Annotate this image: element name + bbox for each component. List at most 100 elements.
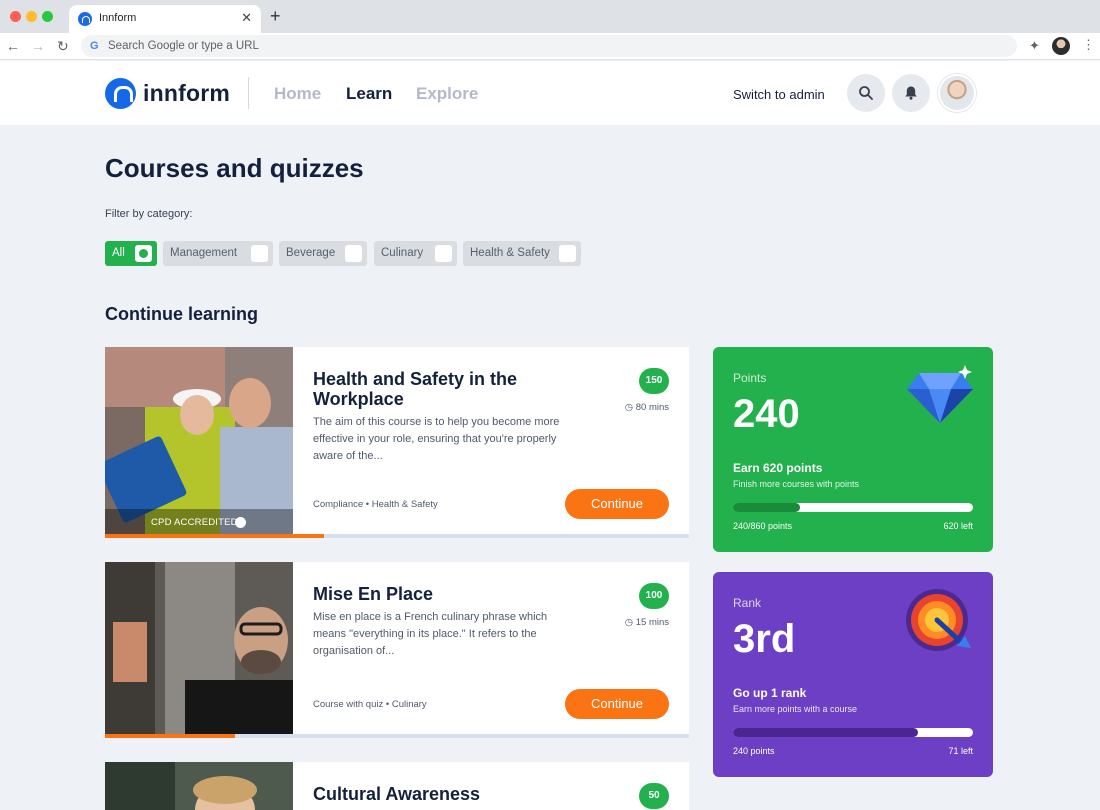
course-meta: Compliance • Health & Safety bbox=[313, 499, 438, 510]
course-card-mise-en-place[interactable]: Mise En Place Mise en place is a French … bbox=[105, 562, 689, 738]
user-avatar[interactable] bbox=[938, 74, 976, 112]
innform-logo-icon[interactable] bbox=[105, 78, 136, 109]
nav-explore[interactable]: Explore bbox=[416, 84, 478, 104]
browser-toolbar: ← → ↻ G Search Google or type a URL ✦ ⋮ bbox=[0, 33, 1100, 60]
browser-tab[interactable]: Innform ✕ bbox=[69, 5, 261, 33]
points-progress-bar bbox=[733, 503, 973, 512]
course-progress-bar bbox=[105, 534, 689, 538]
rank-subtitle: Earn more points with a course bbox=[733, 704, 858, 714]
maximize-window-button[interactable] bbox=[42, 11, 53, 22]
filter-chip-label: Health & Safety bbox=[470, 247, 550, 259]
course-title[interactable]: Cultural Awareness bbox=[313, 784, 603, 804]
course-title[interactable]: Health and Safety in the Workplace bbox=[313, 369, 603, 409]
filter-chip-label: All bbox=[112, 247, 125, 259]
course-points-badge: 150 bbox=[639, 368, 669, 394]
course-description: The aim of this course is to help you be… bbox=[313, 416, 560, 462]
search-icon bbox=[859, 85, 873, 100]
bell-icon bbox=[905, 86, 917, 100]
rank-label: Rank bbox=[733, 596, 762, 610]
points-goal: Earn 620 points bbox=[733, 461, 823, 475]
filter-chip-label: Beverage bbox=[286, 247, 336, 259]
checkbox-icon bbox=[435, 245, 452, 262]
tab-title: Innform bbox=[99, 12, 137, 24]
notifications-button[interactable] bbox=[892, 74, 930, 112]
course-title[interactable]: Mise En Place bbox=[313, 584, 603, 604]
continue-button[interactable]: Continue bbox=[565, 489, 669, 519]
checkbox-icon bbox=[559, 245, 576, 262]
points-label: Points bbox=[733, 371, 767, 385]
rank-value: 3rd bbox=[733, 617, 796, 661]
google-icon: G bbox=[90, 40, 99, 52]
browser-profile-avatar[interactable] bbox=[1052, 37, 1070, 55]
cpd-award-icon bbox=[235, 517, 246, 528]
course-image-person bbox=[105, 762, 293, 810]
search-button[interactable] bbox=[847, 74, 885, 112]
clock-icon: ◷ bbox=[624, 617, 634, 628]
course-card-health-safety[interactable]: CPD ACCREDITED Health and Safety in the … bbox=[105, 347, 689, 538]
rank-card: Rank 3rd Go up 1 rank Earn more points w… bbox=[713, 572, 993, 777]
cpd-accredited-badge: CPD ACCREDITED bbox=[151, 517, 238, 528]
checkbox-icon bbox=[251, 245, 268, 262]
course-image-chef bbox=[105, 562, 293, 738]
forward-icon[interactable]: → bbox=[31, 38, 45, 54]
browser-menu-icon[interactable]: ⋮ bbox=[1082, 37, 1095, 53]
switch-to-admin-link[interactable]: Switch to admin bbox=[733, 87, 825, 102]
target-icon bbox=[906, 589, 971, 651]
filter-chip-label: Management bbox=[170, 247, 238, 259]
rank-progress-fill bbox=[733, 728, 918, 737]
filter-chip-beverage[interactable]: Beverage bbox=[279, 241, 367, 266]
section-title-continue-learning: Continue learning bbox=[105, 304, 258, 324]
close-tab-icon[interactable]: ✕ bbox=[241, 10, 252, 26]
filter-label: Filter by category: bbox=[105, 208, 193, 220]
continue-button[interactable]: Continue bbox=[565, 689, 669, 719]
nav-home[interactable]: Home bbox=[274, 84, 321, 104]
rank-remaining: 71 left bbox=[948, 746, 973, 756]
app-header: innform Home Learn Explore Switch to adm… bbox=[0, 61, 1100, 125]
address-bar[interactable]: G Search Google or type a URL bbox=[81, 35, 1017, 57]
radio-selected-icon bbox=[135, 245, 152, 262]
diamond-icon bbox=[907, 365, 973, 423]
course-card-cultural-awareness[interactable]: Cultural Awareness 50 bbox=[105, 762, 689, 810]
extensions-icon[interactable]: ✦ bbox=[1029, 38, 1040, 54]
minimize-window-button[interactable] bbox=[26, 11, 37, 22]
course-progress-fill bbox=[105, 534, 324, 538]
course-duration-text: 15 mins bbox=[635, 617, 669, 628]
checkbox-icon bbox=[345, 245, 362, 262]
page-title: Courses and quizzes bbox=[105, 153, 364, 183]
browser-tabbar: Innform ✕ + bbox=[0, 0, 1100, 33]
course-duration: ◷ 15 mins bbox=[625, 617, 669, 628]
back-icon[interactable]: ← bbox=[6, 38, 20, 54]
rank-goal: Go up 1 rank bbox=[733, 686, 807, 700]
rank-progress-text: 240 points bbox=[733, 746, 775, 756]
points-progress-text: 240/860 points bbox=[733, 521, 793, 531]
course-image-construction-workers: CPD ACCREDITED bbox=[105, 347, 293, 538]
course-meta: Course with quiz • Culinary bbox=[313, 699, 427, 710]
nav-learn[interactable]: Learn bbox=[346, 84, 392, 104]
points-remaining: 620 left bbox=[943, 521, 973, 531]
new-tab-icon[interactable]: + bbox=[270, 6, 281, 27]
reload-icon[interactable]: ↻ bbox=[57, 38, 69, 55]
course-description: Mise en place is a French culinary phras… bbox=[313, 611, 548, 657]
close-window-button[interactable] bbox=[10, 11, 21, 22]
course-duration: ◷ 80 mins bbox=[625, 402, 669, 413]
filter-chip-culinary[interactable]: Culinary bbox=[374, 241, 457, 266]
filter-chip-all[interactable]: All bbox=[105, 241, 157, 266]
points-subtitle: Finish more courses with points bbox=[733, 479, 860, 489]
filter-chip-management[interactable]: Management bbox=[163, 241, 273, 266]
course-progress-fill bbox=[105, 734, 236, 738]
rank-progress-bar bbox=[733, 728, 973, 737]
course-progress-bar bbox=[105, 734, 689, 738]
clock-icon: ◷ bbox=[624, 402, 634, 413]
course-points-badge: 100 bbox=[639, 583, 669, 609]
points-card: Points 240 Earn 620 points Finish more c… bbox=[713, 347, 993, 552]
course-duration-text: 80 mins bbox=[635, 402, 669, 413]
filter-chip-health-safety[interactable]: Health & Safety bbox=[463, 241, 581, 266]
address-placeholder: Search Google or type a URL bbox=[108, 40, 259, 52]
filter-chip-label: Culinary bbox=[381, 247, 424, 259]
course-points-badge: 50 bbox=[639, 783, 669, 809]
points-progress-fill bbox=[733, 503, 800, 512]
innform-favicon-icon bbox=[78, 12, 92, 26]
header-divider bbox=[248, 77, 249, 109]
points-value: 240 bbox=[733, 392, 800, 436]
brand-name[interactable]: innform bbox=[143, 80, 230, 107]
